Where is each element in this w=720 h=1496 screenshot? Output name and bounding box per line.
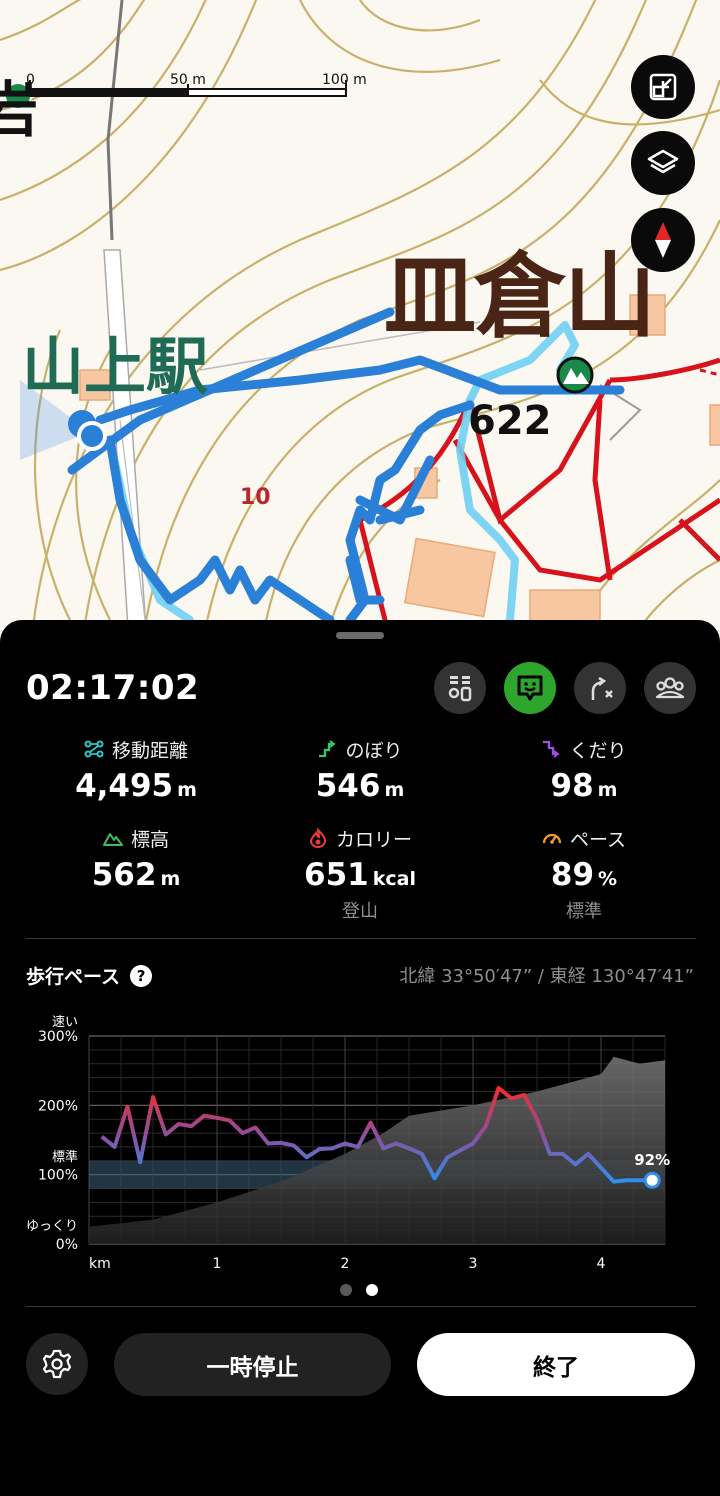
stat-calorie: カロリー 651 kcal 登山 [250, 825, 470, 923]
pace-title-text: 歩行ペース [26, 966, 121, 988]
route-points-icon [448, 676, 472, 702]
stat-altitude-value: 562 [91, 857, 157, 893]
current-pace-point [643, 1171, 661, 1189]
y-tick-label: 200% [38, 1098, 78, 1114]
pace-chart: 0% 100% 200% 300% 1 2 3 4 92% 速い 標準 ゆっくり km [26, 1015, 670, 1272]
scale-zero: 0 [26, 72, 35, 88]
stat-descent-unit: m [597, 779, 618, 801]
activity-panel: 02:17:02 移動距離 4,495 m のぼり 546 m くだり 98 m… [0, 620, 720, 1496]
map-label-elevation: 622 [468, 398, 552, 444]
panel-grabber[interactable] [336, 632, 384, 639]
stat-descent-value: 98 [550, 768, 594, 804]
stat-pace-unit: % [598, 868, 618, 890]
divider [26, 938, 696, 939]
group-button[interactable] [644, 662, 696, 714]
stat-calorie-unit: kcal [372, 868, 416, 890]
route-points-button[interactable] [434, 662, 486, 714]
ascent-icon [319, 740, 337, 758]
x-tick-label: 1 [213, 1256, 222, 1272]
pause-button[interactable]: 一時停止 [114, 1333, 391, 1396]
distance-icon [84, 740, 104, 758]
stat-ascent: のぼり 546 m [250, 736, 470, 805]
map-view[interactable]: 岩 皿倉山 山上駅 622 10 0 50 m 100 m [0, 0, 720, 660]
y-slow-label: ゆっくり [26, 1219, 78, 1234]
scale-mid: 50 m [170, 72, 206, 88]
map-label-mountain: 皿倉山 [384, 243, 656, 350]
descent-icon [543, 740, 561, 758]
chat-button[interactable] [504, 662, 556, 714]
layers-icon [647, 149, 679, 174]
y-normal-label: 標準 [52, 1149, 78, 1165]
group-icon [655, 677, 685, 699]
stat-pace-label: ペース [569, 828, 627, 851]
settings-button[interactable] [26, 1333, 88, 1395]
chat-icon [517, 675, 543, 701]
gear-icon [42, 1349, 72, 1379]
stat-ascent-value: 546 [315, 768, 381, 804]
y-fast-label: 速い [52, 1015, 78, 1030]
stat-distance-unit: m [177, 779, 197, 801]
coordinates: 北緯 33°50′47” / 東経 130°47′41” [399, 966, 694, 987]
stat-calorie-sub: 登山 [342, 901, 378, 922]
stat-distance-value: 4,495 [75, 768, 174, 804]
stat-ascent-unit: m [384, 779, 405, 801]
current-pace-label: 92% [634, 1151, 670, 1169]
compass-icon [655, 222, 671, 258]
y-tick-label: 100% [38, 1168, 78, 1184]
shrink-button[interactable] [631, 55, 695, 119]
x-tick-label: 3 [469, 1256, 478, 1272]
stat-calorie-label: カロリー [335, 828, 412, 851]
route-shortcut-icon [591, 676, 613, 700]
stat-descent-label: くだり [569, 739, 627, 762]
divider [26, 1306, 696, 1307]
stat-pace-sub: 標準 [566, 901, 602, 922]
stat-altitude-label: 標高 [130, 828, 169, 851]
page-dot-2[interactable] [366, 1284, 378, 1296]
x-unit-label: km [89, 1256, 111, 1272]
stat-ascent-label: のぼり [345, 739, 403, 762]
x-tick-label: 4 [597, 1256, 606, 1272]
map-label-station: 山上駅 [22, 330, 209, 403]
x-tick-label: 2 [341, 1256, 350, 1272]
help-icon[interactable]: ? [130, 964, 153, 987]
stat-altitude: 標高 562 m [26, 825, 246, 894]
y-tick-label: 300% [38, 1029, 78, 1045]
shrink-icon [649, 73, 677, 101]
stat-distance-label: 移動距離 [111, 739, 188, 762]
pace-section-title: 歩行ペース ? [26, 962, 153, 989]
pace-icon [542, 833, 562, 844]
elapsed-time: 02:17:02 [26, 668, 200, 708]
y-tick-label: 0% [56, 1237, 78, 1253]
scale-max: 100 m [322, 72, 367, 88]
stat-distance: 移動距離 4,495 m [26, 736, 246, 805]
mountain-icon [102, 833, 123, 846]
layers-button[interactable] [631, 131, 695, 195]
page-dot-1[interactable] [340, 1284, 352, 1296]
stat-calorie-value: 651 [304, 857, 369, 893]
page-indicator [340, 1284, 378, 1296]
finish-button[interactable]: 終了 [417, 1333, 695, 1396]
stat-altitude-unit: m [160, 868, 181, 890]
stat-descent: くだり 98 m [474, 736, 694, 804]
compass-button[interactable] [631, 208, 695, 272]
stat-pace: ペース 89% 標準 [474, 825, 694, 923]
stat-pace-value: 89 [550, 857, 595, 893]
calorie-icon [309, 828, 326, 848]
route-shortcut-button[interactable] [574, 662, 626, 714]
map-label-contour: 10 [240, 485, 271, 510]
